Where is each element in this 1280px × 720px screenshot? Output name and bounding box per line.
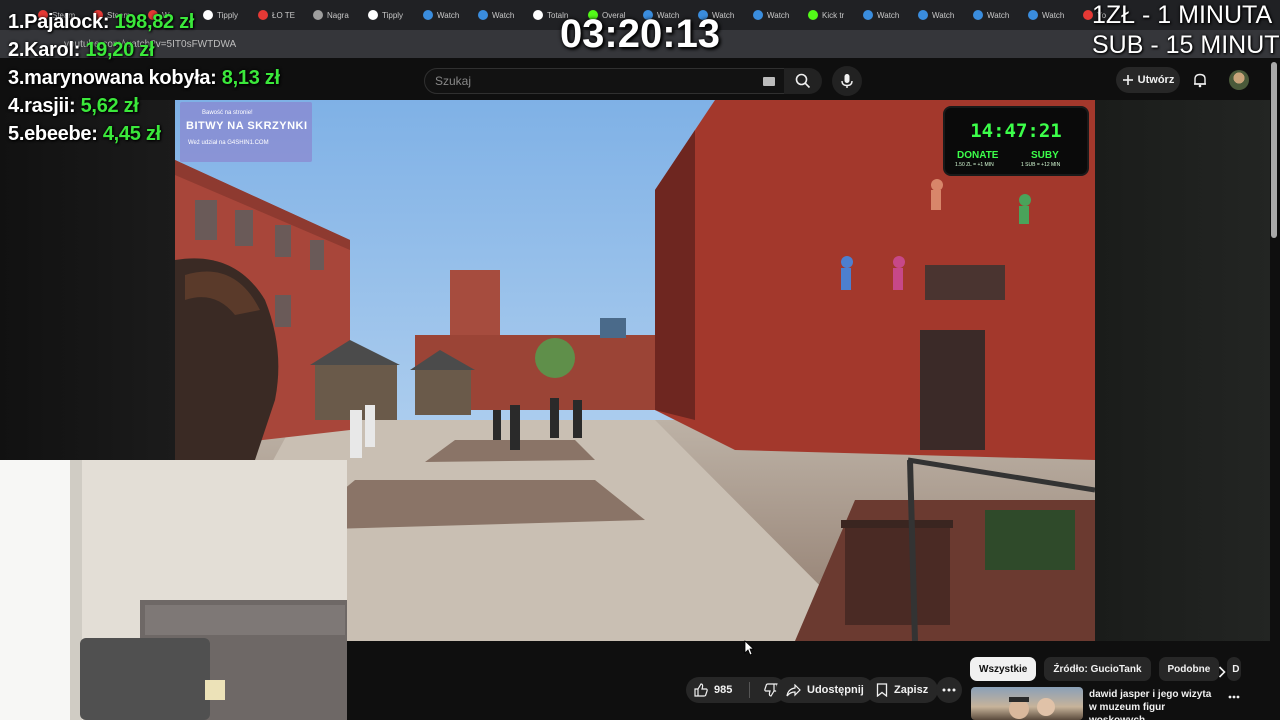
- donation-leaderboard: 1.Pajalock: 198,82 zł 2.Karol: 19,20 zł 3.…: [8, 8, 280, 148]
- thumbs-up-icon: [694, 683, 708, 697]
- plus-icon: [1122, 75, 1133, 85]
- browser-tab[interactable]: Watch: [745, 0, 800, 30]
- webcam-feed: [0, 460, 347, 720]
- browser-tab-label: Tipply: [382, 10, 404, 20]
- notifications-button[interactable]: [1190, 70, 1210, 90]
- more-horizontal-icon: [942, 688, 956, 692]
- browser-tab-label: Watch: [987, 10, 1010, 20]
- browser-tab-label: Watch: [932, 10, 955, 20]
- bookmark-icon: [876, 683, 888, 697]
- watch-icon: [423, 10, 433, 20]
- page-scrollbar[interactable]: [1271, 62, 1277, 238]
- donor-name: 5.ebeebe:: [8, 123, 98, 145]
- browser-tab-label: Kick tr: [822, 10, 845, 20]
- donation-amount: 19,20 zł: [85, 39, 155, 61]
- search-input[interactable]: Szukaj: [424, 68, 786, 94]
- like-count: 985: [714, 684, 733, 696]
- like-dislike-group: 985: [686, 677, 786, 703]
- watch-icon: [1028, 10, 1038, 20]
- recommendation-chips: Wszystkie Źródło: GucioTank Podobne D: [970, 657, 1242, 681]
- leaderboard-row: 1.Pajalock: 198,82 zł: [8, 8, 280, 36]
- chip-source[interactable]: Źródło: GucioTank: [1044, 657, 1151, 681]
- browser-tab-label: Watch: [492, 10, 515, 20]
- keyboard-icon[interactable]: [763, 77, 775, 86]
- stream-timer: 14:47:21: [970, 120, 1062, 142]
- left-backdrop: [0, 100, 175, 460]
- rate-line-donate: 1ZŁ - 1 MINUTA: [1092, 1, 1273, 29]
- page-icon: [313, 10, 323, 20]
- browser-tab-label: Watch: [767, 10, 790, 20]
- donor-name: 1.Pajalock:: [8, 11, 110, 33]
- right-backdrop: [1095, 100, 1270, 641]
- watch-icon: [753, 10, 763, 20]
- subs-label: SUBY: [1031, 150, 1059, 161]
- leaderboard-row: 3.marynowana kobyła: 8,13 zł: [8, 64, 280, 92]
- subs-rate: 1 SUB = +12 MIN: [1021, 162, 1061, 168]
- browser-tab-label: Nagra: [327, 10, 349, 20]
- browser-tab[interactable]: Watch: [470, 0, 525, 30]
- share-label: Udostępnij: [807, 684, 864, 696]
- save-button[interactable]: Zapisz: [866, 677, 939, 703]
- screen: Steam Steam W Tipply ŁO TE Nagra Tipply Watch Wa…: [0, 0, 1280, 720]
- chevron-right-icon: [1218, 666, 1226, 678]
- browser-tab-label: Watch: [437, 10, 460, 20]
- chip-all[interactable]: Wszystkie: [970, 657, 1037, 681]
- tipply-icon: [368, 10, 378, 20]
- chip-related[interactable]: Podobne: [1158, 657, 1220, 681]
- browser-tab-label: Watch: [877, 10, 900, 20]
- browser-tab[interactable]: Nagra: [305, 0, 360, 30]
- browser-tab[interactable]: Kick tr: [800, 0, 855, 30]
- save-label: Zapisz: [894, 684, 929, 696]
- watch-icon: [863, 10, 873, 20]
- kick-icon: [808, 10, 818, 20]
- recommendation-title[interactable]: dawid jasper i jego wizyta w muzeum figu…: [1089, 688, 1214, 720]
- microphone-icon: [841, 74, 853, 88]
- chips-next-button[interactable]: [1212, 662, 1232, 682]
- donor-name: 2.Karol:: [8, 39, 81, 61]
- rates-overlay: 1ZŁ - 1 MINUTA SUB - 15 MINUT: [1092, 0, 1280, 60]
- browser-tab[interactable]: Watch: [415, 0, 470, 30]
- voice-search-button[interactable]: [832, 66, 862, 96]
- donation-amount: 198,82 zł: [114, 11, 195, 33]
- browser-tab[interactable]: Watch: [965, 0, 1020, 30]
- share-icon: [786, 683, 801, 696]
- rate-line-sub: SUB - 15 MINUT: [1092, 31, 1280, 59]
- countdown-timer: 03:20:13: [559, 12, 721, 56]
- browser-tab[interactable]: Watch: [910, 0, 965, 30]
- more-actions-button[interactable]: [936, 677, 962, 703]
- donate-rate: 1.50 ZL = +1 MIN: [955, 162, 994, 168]
- watch-icon: [478, 10, 488, 20]
- browser-tab[interactable]: Watch: [855, 0, 910, 30]
- thumbnail-image: [1009, 697, 1055, 719]
- more-vertical-icon: [1228, 695, 1240, 699]
- donate-label: DONATE: [957, 150, 999, 161]
- recommendation-menu-button[interactable]: [1226, 689, 1242, 705]
- leaderboard-row: 5.ebeebe: 4,45 zł: [8, 120, 280, 148]
- watch-icon: [973, 10, 983, 20]
- leaderboard-row: 4.rasjii: 5,62 zł: [8, 92, 280, 120]
- donor-name: 4.rasjii:: [8, 95, 76, 117]
- mouse-cursor-icon: [744, 640, 754, 656]
- recommendation-thumbnail[interactable]: [971, 687, 1083, 720]
- donation-amount: 4,45 zł: [102, 123, 161, 145]
- search-icon: [795, 73, 811, 89]
- search-button[interactable]: [784, 68, 822, 94]
- webcam-frame: [0, 460, 347, 720]
- bell-icon: [1194, 73, 1206, 88]
- browser-tab[interactable]: Watch: [1020, 0, 1075, 30]
- donation-amount: 8,13 zł: [221, 67, 280, 89]
- browser-tab[interactable]: Tipply: [360, 0, 415, 30]
- stream-timer-overlay: 14:47:21 DONATE SUBY 1.50 ZL = +1 MIN 1 …: [943, 106, 1089, 176]
- create-button[interactable]: Utwórz: [1116, 67, 1180, 93]
- search-placeholder: Szukaj: [435, 74, 472, 88]
- like-button[interactable]: 985: [686, 683, 743, 697]
- create-button-label: Utwórz: [1137, 74, 1175, 86]
- donation-amount: 5,62 zł: [80, 95, 139, 117]
- donor-name: 3.marynowana kobyła:: [8, 67, 217, 89]
- share-button[interactable]: Udostępnij: [776, 677, 874, 703]
- browser-tab-label: Watch: [1042, 10, 1065, 20]
- watch-icon: [918, 10, 928, 20]
- leaderboard-row: 2.Karol: 19,20 zł: [8, 36, 280, 64]
- account-avatar[interactable]: [1229, 70, 1249, 90]
